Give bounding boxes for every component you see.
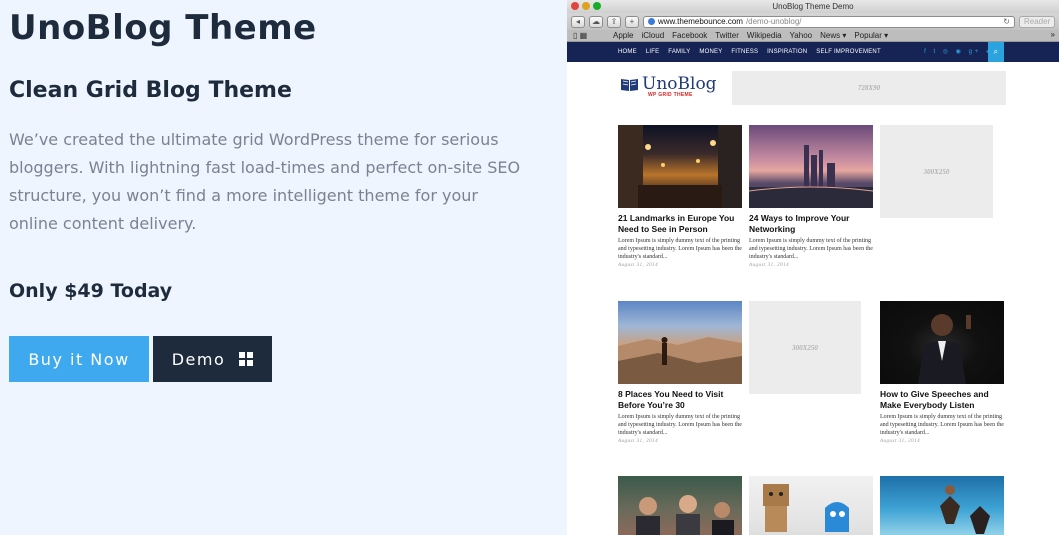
demo-button[interactable]: Demo [153,336,272,382]
close-window-icon[interactable] [571,2,579,10]
street-scene-image [618,125,742,208]
new-tab-button[interactable]: + [625,15,639,28]
nav-item-fitness[interactable]: FITNESS [731,49,758,55]
post-title[interactable]: 24 Ways to Improve Your Networking [749,213,873,235]
networking-crowd-image [636,495,734,535]
post-title[interactable]: 21 Landmarks in Europe You Need to See i… [618,213,742,235]
bookmark-item[interactable]: Facebook [672,31,707,40]
sidebar-ad[interactable]: 300X250 [880,125,993,218]
book-icon [621,79,638,91]
post-date: August 31, 2014 [880,439,921,444]
nav-item-family[interactable]: FAMILY [668,49,690,55]
bookmark-item[interactable]: Apple [613,31,633,40]
url-domain: www.themebounce.com [658,16,743,26]
reload-icon[interactable]: ↻ [1003,17,1010,27]
post-title[interactable]: 8 Places You Need to Visit Before You’re… [618,389,742,411]
browser-titlebar: UnoBlog Theme Demo [567,0,1059,13]
post-card[interactable]: 21 Landmarks in Europe You Need to See i… [618,125,742,268]
city-skyline-image [748,145,874,208]
nav-item-money[interactable]: MONEY [699,49,722,55]
buy-now-label: Buy it Now [28,349,130,369]
cardboard-robot-image [763,484,849,532]
logo-tagline: WP GRID THEME [648,92,693,98]
post-card[interactable]: 8 Places You Need to Visit Before You’re… [618,301,742,444]
browser-toolbar: ◂ ▸ ☁ ⇪ + www.themebounce.com/demo-unobl… [567,13,1059,36]
bookmark-item[interactable]: iCloud [641,31,664,40]
buy-now-button[interactable]: Buy it Now [9,336,149,382]
reader-button[interactable]: Reader [1019,15,1056,28]
minimize-window-icon[interactable] [582,2,590,10]
canyon-hiker-image [618,337,742,384]
post-excerpt: Lorem Ipsum is simply dummy text of the … [749,238,873,260]
promo-price: Only $49 Today [9,280,173,302]
promo-subtitle: Clean Grid Blog Theme [9,78,292,103]
globe-icon [648,18,655,25]
bookmarks-icon[interactable]: ▯ ▦ [573,31,587,40]
post-title[interactable]: How to Give Speeches and Make Everybody … [880,389,1004,411]
nav-item-home[interactable]: HOME [618,49,637,55]
bookmarks-overflow-icon[interactable]: » [1051,30,1055,39]
promo-title: UnoBlog Theme [9,8,317,48]
post-thumbnail[interactable] [880,301,1004,384]
post-excerpt: Lorem Ipsum is simply dummy text of the … [880,414,1004,436]
nav-item-self-improvement[interactable]: SELF IMPROVEMENT [816,49,881,55]
post-card[interactable] [880,476,1004,535]
url-path: /demo-unoblog/ [745,16,802,26]
post-card[interactable] [749,476,873,535]
sidebar-ad[interactable]: 300X250 [749,301,861,394]
bookmark-item[interactable]: Twitter [715,31,739,40]
bookmarks-bar: ▯ ▦ Apple iCloud Facebook Twitter Wikipe… [567,30,1059,42]
post-card[interactable]: How to Give Speeches and Make Everybody … [880,301,1004,444]
bookmark-item[interactable]: Yahoo [790,31,813,40]
share-icon[interactable]: ⇪ [607,15,621,28]
post-thumbnail[interactable] [748,125,874,208]
post-thumbnail[interactable] [618,125,742,208]
post-excerpt: Lorem Ipsum is simply dummy text of the … [618,238,742,260]
post-thumbnail[interactable] [618,301,742,384]
post-date: August 31, 2014 [618,263,659,268]
icloud-tabs-icon[interactable]: ☁ [589,15,603,28]
post-card[interactable]: 24 Ways to Improve Your Networking Lorem… [748,125,874,268]
speaker-image [918,314,971,384]
window-title: UnoBlog Theme Demo [772,2,854,11]
logo-text: UnoBlog [642,74,717,94]
window-controls [571,2,601,10]
site-nav: HOME LIFE FAMILY MONEY FITNESS INSPIRATI… [567,42,1059,62]
header-ad[interactable]: 728X90 [732,71,1006,105]
post-thumbnail[interactable] [618,476,742,535]
post-thumbnail[interactable] [749,476,873,535]
post-date: August 31, 2014 [749,263,790,268]
nav-item-life[interactable]: LIFE [646,49,659,55]
browser-window: UnoBlog Theme Demo ◂ ▸ ☁ ⇪ + www.themebo… [567,0,1059,535]
post-card[interactable] [618,476,742,535]
post-date: August 31, 2014 [618,439,659,444]
grid-icon [239,352,254,366]
back-forward-icon[interactable]: ◂ ▸ [571,15,585,36]
beach-jump-image [940,485,990,534]
bookmark-item[interactable]: News ▾ [820,31,846,40]
address-bar[interactable]: www.themebounce.com/demo-unoblog/ ↻ [643,15,1015,28]
zoom-window-icon[interactable] [593,2,601,10]
site-logo[interactable]: UnoBlog [620,76,717,93]
bookmark-item[interactable]: Popular ▾ [854,31,888,40]
nav-item-inspiration[interactable]: INSPIRATION [767,49,807,55]
bookmark-item[interactable]: Wikipedia [747,31,782,40]
post-excerpt: Lorem Ipsum is simply dummy text of the … [618,414,742,436]
post-thumbnail[interactable] [880,476,1004,535]
promo-description: We’ve created the ultimate grid WordPres… [9,130,521,233]
search-icon[interactable]: ⌕ [988,42,1004,62]
demo-label: Demo [171,349,226,369]
